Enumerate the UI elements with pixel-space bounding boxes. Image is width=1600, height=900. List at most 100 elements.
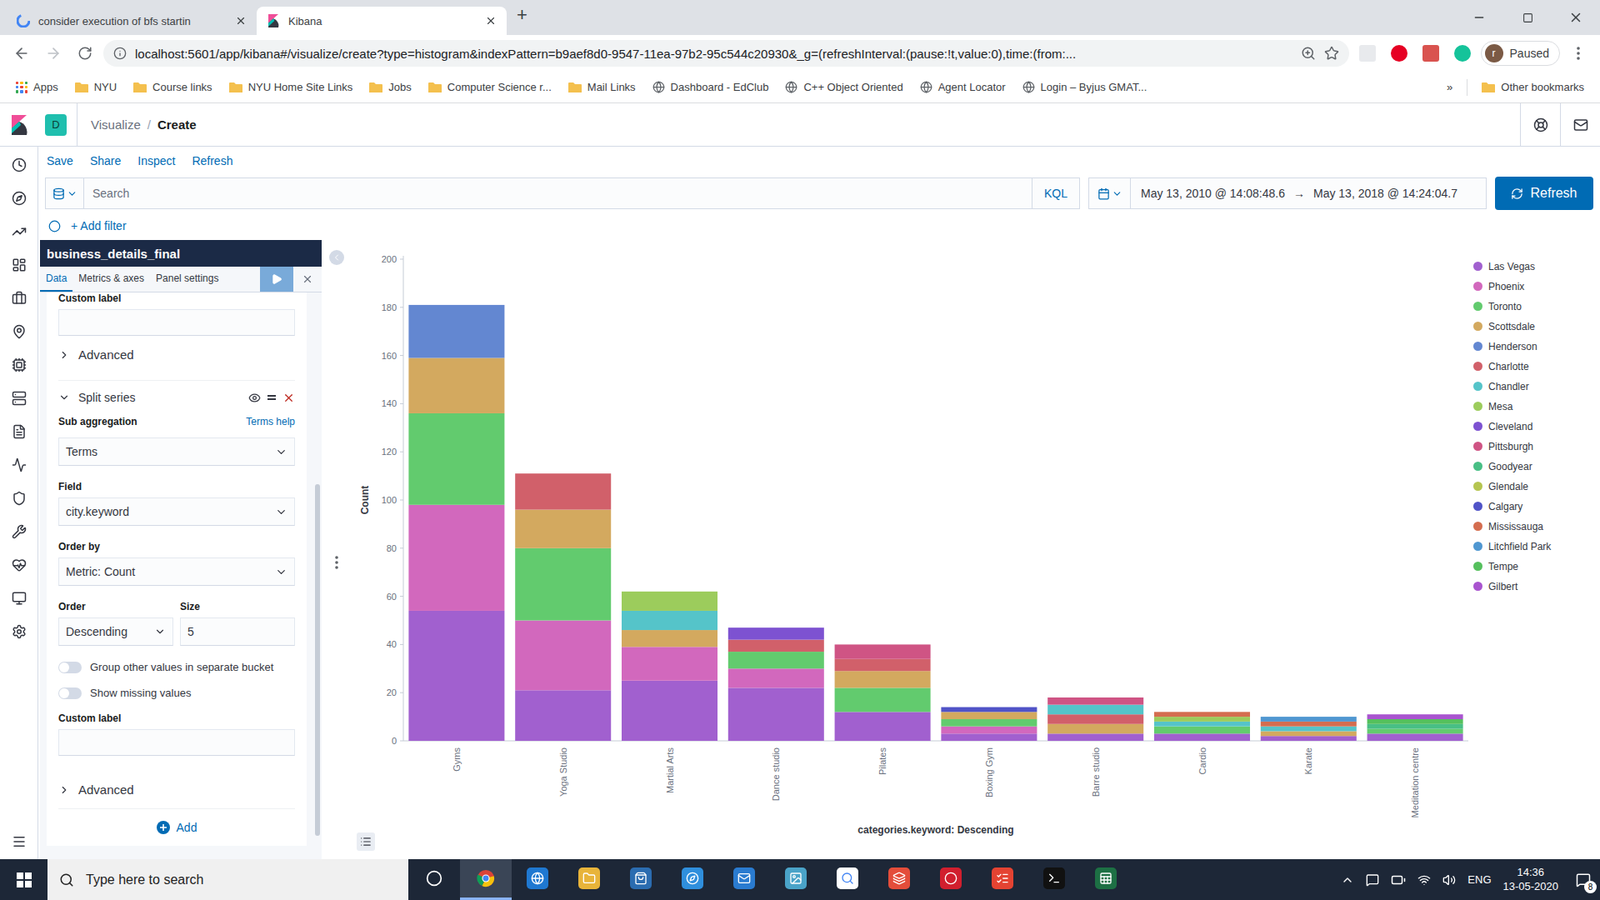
bar-segment[interactable] <box>621 610 718 630</box>
field-select[interactable]: city.keyword <box>58 497 295 526</box>
add-button[interactable]: Add <box>58 808 295 840</box>
bar-segment[interactable] <box>408 357 505 413</box>
bar-stack[interactable]: Barre studio <box>1047 697 1144 797</box>
menu-dots-icon[interactable] <box>1575 45 1581 61</box>
more-bookmarks[interactable]: » <box>1439 77 1460 97</box>
dashboard-icon[interactable] <box>11 257 27 273</box>
bar-stack[interactable]: Dance studio <box>728 627 825 801</box>
clock[interactable]: 14:3613-05-2020 <box>1503 865 1560 895</box>
taskbar-app[interactable] <box>1080 859 1132 900</box>
editor-tab[interactable]: Data <box>40 266 73 292</box>
bar-segment[interactable] <box>835 687 931 712</box>
bar-segment[interactable] <box>1047 697 1144 705</box>
taskbar-app[interactable] <box>821 859 874 900</box>
discover-icon[interactable] <box>11 190 27 206</box>
meet-icon[interactable] <box>1365 873 1380 887</box>
news-button[interactable] <box>1560 103 1600 147</box>
bar-segment[interactable] <box>515 473 611 510</box>
advanced-toggle[interactable]: Advanced <box>58 335 295 374</box>
bookmark[interactable]: Jobs <box>361 77 419 97</box>
canvas-icon[interactable] <box>11 290 27 306</box>
battery-icon[interactable] <box>1390 872 1406 888</box>
split-series-header[interactable]: Split series <box>58 380 295 416</box>
bookmark[interactable]: C++ Object Oriented <box>777 77 910 97</box>
start-button[interactable] <box>0 859 48 900</box>
taskbar-app[interactable] <box>563 859 615 900</box>
close-window-button[interactable] <box>1551 0 1600 35</box>
top-menu-link[interactable]: Refresh <box>191 154 233 168</box>
switch[interactable] <box>58 687 82 700</box>
chrome-menu-button[interactable] <box>1565 40 1592 67</box>
legend-item[interactable]: Glendale <box>1473 478 1600 495</box>
forward-button[interactable] <box>40 40 67 67</box>
bar-segment[interactable] <box>621 680 718 741</box>
advanced-toggle[interactable]: Advanced <box>58 770 295 809</box>
legend-item[interactable]: Cleveland <box>1473 418 1600 435</box>
bar-stack[interactable]: Pilates <box>835 644 931 775</box>
bar-stack[interactable]: Martial Arts <box>621 591 718 794</box>
pinterest-icon[interactable] <box>1390 45 1408 62</box>
acrobat-icon[interactable] <box>1422 45 1440 62</box>
bar-segment[interactable] <box>1367 719 1464 725</box>
maps-icon[interactable] <box>11 324 27 340</box>
bar-segment[interactable] <box>728 627 825 640</box>
bar-segment[interactable] <box>1047 714 1144 725</box>
bar-segment[interactable] <box>1047 733 1144 741</box>
bar-stack[interactable]: Karate <box>1260 716 1357 775</box>
bar-segment[interactable] <box>1154 711 1250 717</box>
legend-item[interactable]: Pittsburgh <box>1473 438 1600 455</box>
other-bookmarks[interactable]: Other bookmarks <box>1474 77 1592 97</box>
legend-item[interactable]: Tempe <box>1473 558 1600 575</box>
bar-segment[interactable] <box>728 651 825 669</box>
bar-segment[interactable] <box>1047 724 1144 735</box>
apply-button[interactable] <box>260 266 294 292</box>
bar-segment[interactable] <box>1154 726 1250 735</box>
taskbar-app[interactable] <box>615 859 667 900</box>
taskbar-app[interactable] <box>976 859 1029 900</box>
cortana-button[interactable] <box>408 859 460 900</box>
uptime-icon[interactable] <box>11 557 27 573</box>
order-select[interactable]: Descending <box>58 617 174 646</box>
bar-segment[interactable] <box>728 668 825 688</box>
browser-tab[interactable]: consider execution of bfs startin <box>6 6 257 35</box>
bar-segment[interactable] <box>1260 716 1357 722</box>
bar-segment[interactable] <box>1367 729 1464 735</box>
add-filter-link[interactable]: + Add filter <box>70 219 127 233</box>
bar-segment[interactable] <box>408 505 505 611</box>
bar-stack[interactable]: Cardio <box>1154 711 1250 775</box>
switch[interactable] <box>58 661 82 674</box>
legend-toggle-button[interactable] <box>356 832 375 851</box>
profile-button[interactable]: rPaused <box>1480 40 1560 66</box>
bookmark[interactable]: Mail Links <box>560 77 644 97</box>
filter-options-icon[interactable] <box>48 220 61 233</box>
bar-segment[interactable] <box>835 711 931 741</box>
bar-segment[interactable] <box>1154 721 1250 727</box>
bar-segment[interactable] <box>835 670 931 688</box>
custom-label-input[interactable] <box>58 729 295 756</box>
discard-button[interactable] <box>293 266 322 292</box>
order-by-select[interactable]: Metric: Count <box>58 557 295 586</box>
bar-segment[interactable] <box>621 646 718 680</box>
bar-stack[interactable]: Boxing Gym <box>940 707 1037 798</box>
browser-tab[interactable]: Kibana <box>256 6 507 35</box>
legend-item[interactable]: Litchfield Park <box>1473 538 1600 555</box>
legend-item[interactable]: Las Vegas <box>1473 258 1600 275</box>
new-tab-button[interactable]: + <box>506 4 538 31</box>
apm-icon[interactable] <box>11 457 27 473</box>
bar-segment[interactable] <box>1047 705 1144 715</box>
bar-stack[interactable]: Gyms <box>408 305 505 772</box>
bookmark[interactable]: Dashboard - EdClub <box>645 77 777 97</box>
bar-segment[interactable] <box>1154 716 1250 722</box>
bar-stack[interactable]: Meditation centre <box>1367 714 1464 818</box>
bar-segment[interactable] <box>1260 735 1357 741</box>
query-language-button[interactable]: KQL <box>1031 178 1080 209</box>
legend-item[interactable]: Scottsdale <box>1473 318 1600 335</box>
siem-icon[interactable] <box>11 490 27 506</box>
size-input[interactable]: 5 <box>180 617 295 646</box>
logs-icon[interactable] <box>11 424 27 440</box>
date-picker[interactable]: May 13, 2010 @ 14:08:48.6→May 13, 2018 @… <box>1088 177 1487 210</box>
legend-item[interactable]: Henderson <box>1473 338 1600 355</box>
volume-icon[interactable] <box>1442 873 1456 887</box>
grammarly-icon[interactable] <box>1454 45 1471 62</box>
bar-segment[interactable] <box>1260 726 1357 732</box>
